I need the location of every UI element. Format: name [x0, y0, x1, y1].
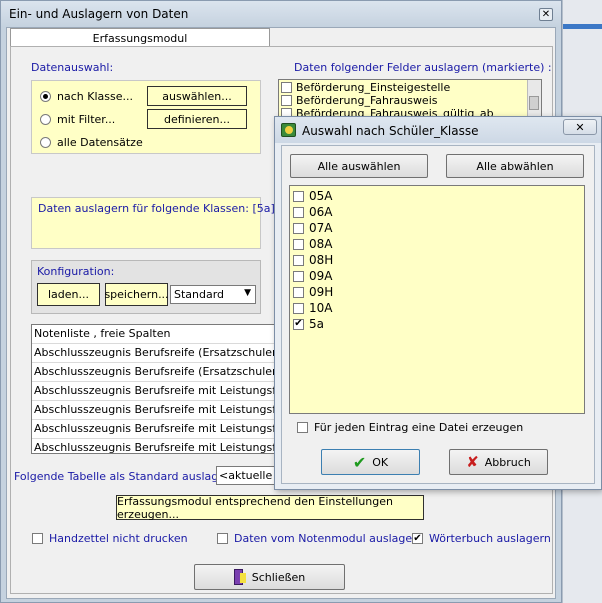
- chevron-down-icon: ▼: [244, 288, 251, 298]
- list-item[interactable]: 08A: [293, 237, 332, 251]
- datenauswahl-label: Datenauswahl:: [31, 61, 114, 74]
- auswaehlen-button[interactable]: auswählen...: [147, 86, 247, 106]
- list-item[interactable]: 07A: [293, 221, 332, 235]
- dialog-title: Auswahl nach Schüler_Klasse: [302, 124, 479, 138]
- table-row[interactable]: Abschlusszeugnis Berufsreife (Ersatzschu…: [32, 363, 275, 382]
- radio-selected-icon: [40, 91, 51, 102]
- radio-empty-icon: [40, 137, 51, 148]
- chk-datei[interactable]: Für jeden Eintrag eine Datei erzeugen: [297, 421, 523, 434]
- alle-auswaehlen-button[interactable]: Alle auswählen: [290, 154, 428, 178]
- checkbox-icon: [32, 533, 43, 544]
- dialog-title-bar: Auswahl nach Schüler_Klasse ✕: [275, 117, 601, 143]
- list-item[interactable]: 09H: [293, 285, 333, 299]
- radio-label: mit Filter...: [57, 113, 116, 126]
- alle-abwaehlen-button[interactable]: Alle abwählen: [446, 154, 584, 178]
- app-icon: [281, 123, 296, 137]
- table-row[interactable]: Abschlusszeugnis Berufsreife mit Leistun…: [32, 420, 275, 439]
- cross-icon: ✘: [466, 453, 479, 471]
- tabellen-list[interactable]: Notenliste , freie Spalten Abschlusszeug…: [31, 324, 276, 454]
- ok-button[interactable]: ✔ OK: [321, 449, 420, 475]
- konfig-select[interactable]: Standard ▼: [170, 285, 256, 304]
- scroll-thumb[interactable]: [529, 96, 539, 110]
- door-exit-icon: [233, 569, 246, 585]
- window-title: Ein- und Auslagern von Daten: [9, 7, 189, 21]
- chk-notenmodul[interactable]: Daten vom Notenmodul auslagern: [217, 532, 423, 545]
- list-item[interactable]: Beförderung_Einsteigestelle: [281, 81, 450, 94]
- dialog-close-button[interactable]: ✕: [563, 119, 597, 135]
- checkbox-icon: [281, 82, 292, 93]
- checkbox-icon: [293, 190, 304, 202]
- checkbox-icon: [293, 286, 304, 298]
- klassen-text: Daten auslagern für folgende Klassen: [5…: [38, 202, 275, 215]
- tab-erfassungsmodul[interactable]: Erfassungsmodul: [10, 28, 270, 47]
- table-row[interactable]: Abschlusszeugnis Berufsreife mit Leistun…: [32, 382, 275, 401]
- definieren-button[interactable]: definieren...: [147, 109, 247, 129]
- radio-label: nach Klasse...: [57, 90, 133, 103]
- close-button[interactable]: ✕: [539, 8, 553, 21]
- standard-label: Folgende Tabelle als Standard auslagern:: [14, 470, 241, 483]
- checkbox-icon: [293, 302, 304, 314]
- list-item[interactable]: 09A: [293, 269, 332, 283]
- chk-handzettel[interactable]: Handzettel nicht drucken: [32, 532, 188, 545]
- felder-list[interactable]: Beförderung_Einsteigestelle Beförderung_…: [278, 79, 542, 121]
- table-row[interactable]: Abschlusszeugnis Berufsreife mit Leistun…: [32, 439, 275, 453]
- checkmark-icon: ✔: [293, 318, 304, 330]
- list-item[interactable]: 10A: [293, 301, 332, 315]
- list-item[interactable]: ✔ 5a: [293, 317, 324, 331]
- klassen-checklist[interactable]: 05A 06A 07A 08A 08H 09A 09H 10A ✔ 5a: [289, 185, 585, 414]
- konfig-label: Konfiguration:: [37, 265, 115, 278]
- radio-nach-klasse[interactable]: nach Klasse...: [40, 90, 133, 103]
- schliessen-button[interactable]: Schließen: [194, 564, 345, 590]
- standard-select[interactable]: <aktuelle Tabelle>: [216, 466, 276, 485]
- checkmark-icon: ✔: [352, 452, 367, 472]
- abbruch-button[interactable]: ✘ Abbruch: [449, 449, 548, 475]
- radio-mit-filter[interactable]: mit Filter...: [40, 113, 115, 126]
- checkbox-icon: [293, 270, 304, 282]
- checkbox-icon: [293, 222, 304, 234]
- checkbox-icon: [281, 95, 292, 106]
- checkbox-icon: [293, 254, 304, 266]
- erzeugen-button[interactable]: Erfassungsmodul entsprechend den Einstel…: [116, 495, 424, 521]
- list-item[interactable]: 06A: [293, 205, 332, 219]
- checkbox-icon: [293, 206, 304, 218]
- checkmark-icon: ✔: [412, 532, 423, 544]
- title-bar: Ein- und Auslagern von Daten ✕: [1, 1, 561, 27]
- checkbox-icon: [297, 422, 308, 433]
- radio-label: alle Datensätze: [57, 136, 143, 149]
- scrollbar[interactable]: [527, 80, 541, 120]
- chk-woerterbuch[interactable]: ✔ Wörterbuch auslagern: [412, 532, 551, 545]
- table-row[interactable]: Abschlusszeugnis Berufsreife mit Leistun…: [32, 401, 275, 420]
- table-row[interactable]: Abschlusszeugnis Berufsreife (Ersatzschu…: [32, 344, 275, 363]
- checkbox-icon: [217, 533, 228, 544]
- radio-alle[interactable]: alle Datensätze: [40, 136, 143, 149]
- checkbox-icon: [293, 238, 304, 250]
- list-item[interactable]: 08H: [293, 253, 333, 267]
- radio-empty-icon: [40, 114, 51, 125]
- felder-label: Daten folgender Felder auslagern (markie…: [294, 61, 552, 74]
- list-item[interactable]: 05A: [293, 189, 332, 203]
- close-icon: ✕: [575, 120, 585, 134]
- list-item[interactable]: Beförderung_Fahrausweis: [281, 94, 438, 107]
- table-row[interactable]: Notenliste , freie Spalten: [32, 325, 275, 344]
- tab-label: Erfassungsmodul: [92, 31, 188, 45]
- close-icon: ✕: [541, 9, 551, 20]
- speichern-button[interactable]: speichern...: [104, 283, 169, 306]
- laden-button[interactable]: laden...: [37, 283, 100, 306]
